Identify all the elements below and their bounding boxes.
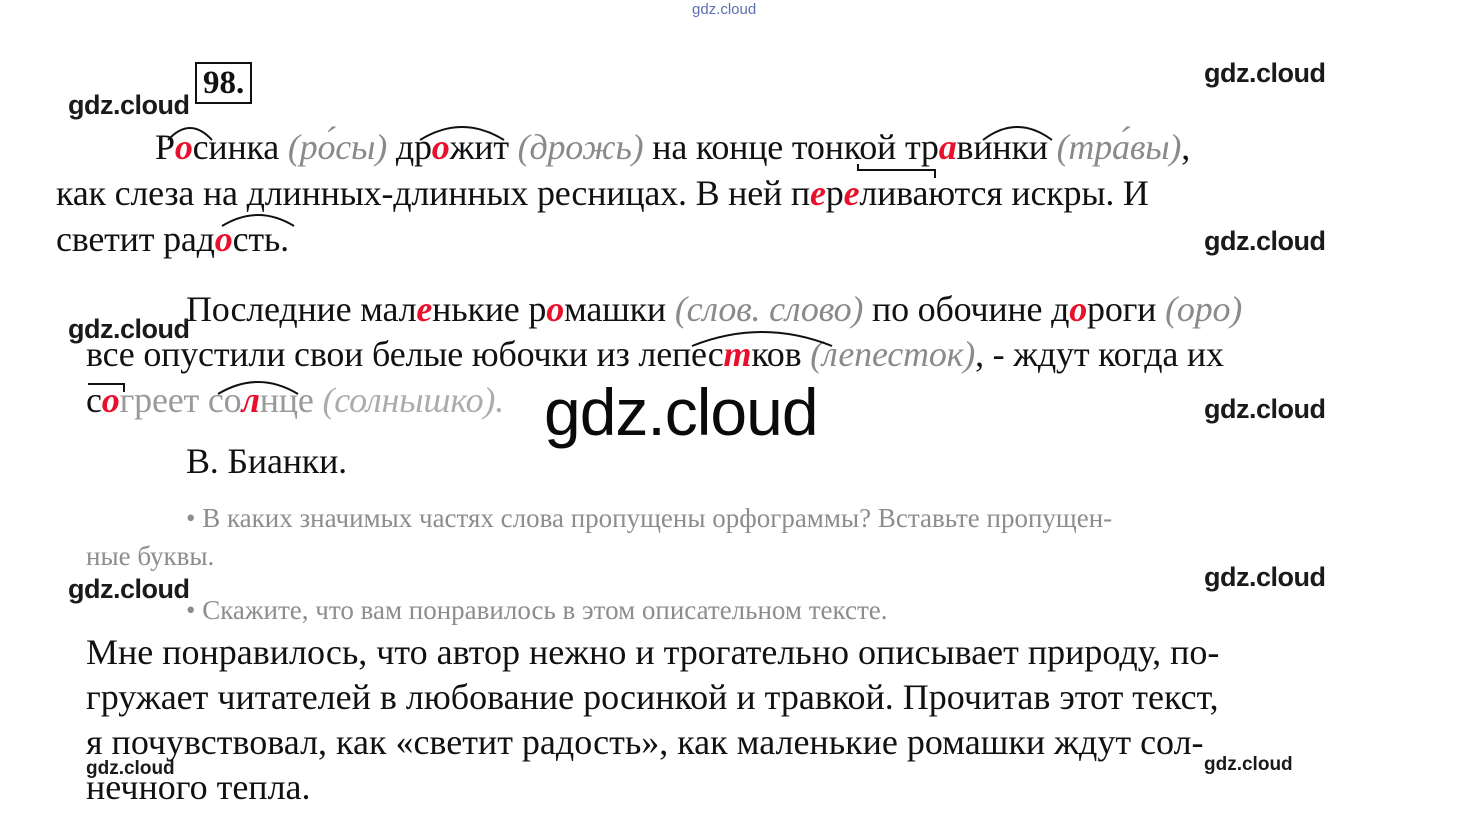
answer-line1: Мне понравилось, что автор нежно и трога…: [86, 632, 1220, 672]
watermark-right-2: gdz.cloud: [1204, 226, 1326, 256]
answer-line2: гружает читателей в любование росинкой и…: [86, 677, 1219, 717]
paragraph1-line1: Росинка (ро́сы) дрожит (дрожь) на конце …: [155, 127, 1191, 167]
answer-line3: я почувствовал, как «светит радость», ка…: [86, 722, 1204, 762]
paragraph2-line1: Последние маленькие ромашки (слов. слово…: [186, 289, 1243, 329]
watermark-right-5: gdz.cloud: [1204, 754, 1293, 775]
paragraph1-line3: светит радость.: [56, 219, 289, 259]
question-2: • Скажите, что вам понравилось в этом оп…: [186, 595, 888, 625]
watermark-right-4: gdz.cloud: [1204, 562, 1326, 592]
watermark-left-3: gdz.cloud: [68, 574, 190, 604]
question-1-line1: • В каких значимых частях слова пропущен…: [186, 503, 1113, 533]
question-1-line2: ные буквы.: [86, 541, 215, 571]
watermark-center: gdz.cloud: [544, 375, 819, 449]
watermark-right-1: gdz.cloud: [1204, 58, 1326, 88]
author: В. Бианки.: [186, 441, 347, 481]
watermark-left-1: gdz.cloud: [68, 90, 190, 120]
exercise-number: 98.: [195, 62, 253, 104]
watermark-right-3: gdz.cloud: [1204, 394, 1326, 424]
paragraph2-line2: все опустили свои белые юбочки из лепест…: [86, 334, 1224, 374]
answer-line4: нечного тепла.: [86, 767, 311, 807]
paragraph2-line3: согреет солнце (солнышко).: [86, 380, 504, 420]
paragraph1-line2: как слеза на длинных-длинных ресницах. В…: [56, 173, 1149, 213]
watermark-top: gdz.cloud: [692, 1, 757, 18]
